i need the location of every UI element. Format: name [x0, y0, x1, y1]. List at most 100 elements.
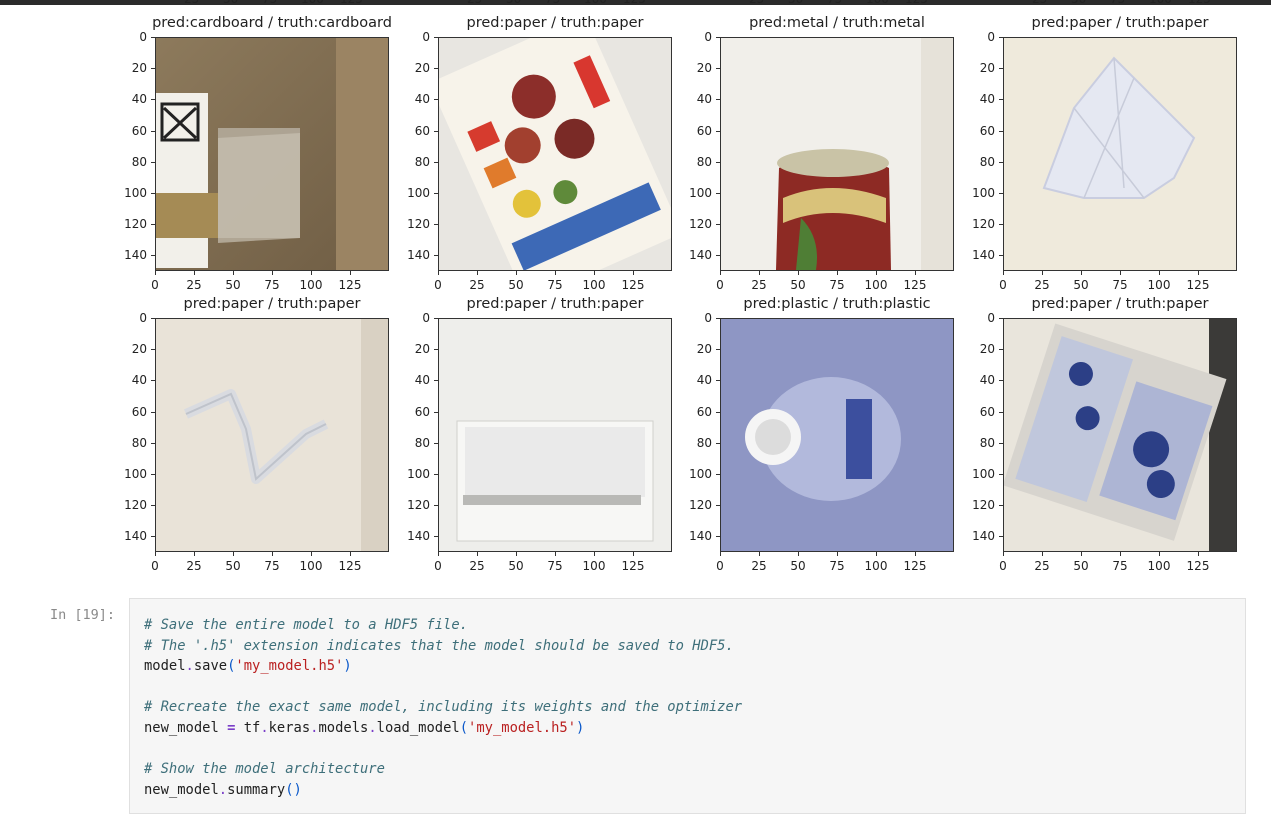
tick-mark	[999, 536, 1003, 538]
tick-label: 75	[827, 0, 842, 5]
tick-label: 100	[299, 559, 323, 573]
tick-mark	[151, 130, 155, 132]
tick-label: 140	[407, 529, 430, 544]
tick-label: 100	[407, 467, 430, 481]
tick-label: 75	[1110, 0, 1125, 5]
tick-label: 125	[1186, 559, 1210, 573]
tick-label: 75	[1112, 559, 1128, 573]
tick-mark	[594, 552, 595, 556]
tick-label: 125	[621, 559, 645, 573]
matplotlib-output: 25 50 75 100 125 25 50 75 100 125 25 50 75 100 125 25 50…	[0, 0, 1271, 585]
subplot-title: pred:plastic / truth:plastic	[743, 296, 931, 312]
tick-label: 75	[829, 559, 845, 573]
tick-mark	[999, 193, 1003, 194]
tick-mark	[1198, 552, 1199, 556]
tick-mark	[716, 255, 720, 257]
tick-label: 140	[972, 248, 995, 263]
tick-label: 75	[545, 0, 560, 5]
tick-mark	[555, 271, 556, 275]
tick-label: 75	[264, 278, 280, 292]
tick-mark	[999, 224, 1003, 226]
tick-mark	[434, 193, 438, 194]
tick-label: 60	[696, 123, 712, 138]
tick-mark	[716, 380, 720, 382]
tick-mark	[233, 271, 234, 275]
tick-mark	[151, 536, 155, 538]
tick-label: 75	[547, 559, 563, 573]
tick-label: 80	[414, 435, 430, 450]
tick-label: 60	[131, 123, 147, 138]
tick-label: 100	[972, 186, 995, 200]
tick-label: 120	[407, 217, 430, 232]
tick-label: 50	[1073, 559, 1089, 573]
tick-label: 120	[124, 217, 147, 232]
subplot-title: pred:paper / truth:paper	[466, 15, 644, 31]
tick-mark	[876, 271, 877, 275]
subplot-title: pred:paper / truth:paper	[183, 296, 361, 312]
tick-mark	[759, 271, 760, 275]
tick-mark	[720, 271, 721, 275]
tick-label: 100	[124, 186, 147, 200]
tick-mark	[434, 505, 438, 507]
tick-mark	[837, 271, 838, 275]
tick-label: 50	[1071, 0, 1086, 5]
tick-label: 80	[414, 154, 430, 169]
tick-mark	[1003, 552, 1004, 556]
code-token: )	[576, 719, 585, 736]
tick-label: 40	[979, 92, 995, 107]
tick-label: 75	[547, 278, 563, 292]
tick-mark	[155, 271, 156, 275]
code-cell[interactable]: # Save the entire model to a HDF5 file. …	[129, 598, 1246, 814]
tick-mark	[716, 442, 720, 444]
tick-label: 80	[131, 435, 147, 450]
tick-mark	[720, 552, 721, 556]
tick-mark	[272, 271, 273, 275]
tick-label: 25	[1032, 0, 1047, 5]
code-token: .	[185, 658, 194, 675]
tick-label: 40	[414, 92, 430, 107]
cardboard-photo	[155, 37, 389, 271]
tick-label: 100	[1149, 0, 1172, 5]
tick-label: 100	[582, 559, 606, 573]
tick-label: 50	[790, 278, 806, 292]
tick-mark	[716, 505, 720, 507]
tick-label: 125	[623, 0, 646, 5]
tick-mark	[1159, 271, 1160, 275]
subplot-title: pred:metal / truth:metal	[749, 15, 925, 31]
tick-label: 125	[1186, 278, 1210, 292]
tick-label: 120	[972, 217, 995, 232]
code-token: model	[144, 658, 186, 675]
tick-label: 100	[124, 467, 147, 481]
tick-mark	[434, 161, 438, 163]
cell-prompt: In [19]:	[50, 607, 116, 623]
tick-mark	[999, 349, 1003, 351]
tick-mark	[915, 552, 916, 556]
tick-mark	[1120, 552, 1121, 556]
tick-label: 120	[407, 498, 430, 513]
crumpled-paper-photo	[1003, 37, 1237, 271]
tick-label: 125	[1188, 0, 1211, 5]
magazine-page-photo	[1003, 318, 1237, 552]
tick-mark	[477, 271, 478, 275]
code-string: 'my_model.h5'	[468, 719, 577, 736]
tick-mark	[1042, 552, 1043, 556]
tick-label: 125	[338, 559, 362, 573]
tick-mark	[999, 380, 1003, 382]
tick-label: 60	[979, 404, 995, 419]
tick-label: 100	[689, 186, 712, 200]
tick-label: 0	[434, 559, 442, 573]
code-token: new_model	[144, 781, 219, 798]
tick-mark	[555, 552, 556, 556]
tick-mark	[633, 552, 634, 556]
tick-mark	[516, 271, 517, 275]
tick-label: 120	[972, 498, 995, 513]
tick-mark	[151, 349, 155, 351]
tick-label: 40	[131, 92, 147, 107]
subplot-title: pred:paper / truth:paper	[466, 296, 644, 312]
tick-mark	[434, 536, 438, 538]
tick-label: 40	[131, 373, 147, 388]
code-editor[interactable]: # Save the entire model to a HDF5 file. …	[144, 615, 742, 800]
tick-mark	[434, 380, 438, 382]
tick-mark	[716, 349, 720, 351]
tick-label: 0	[139, 311, 147, 325]
